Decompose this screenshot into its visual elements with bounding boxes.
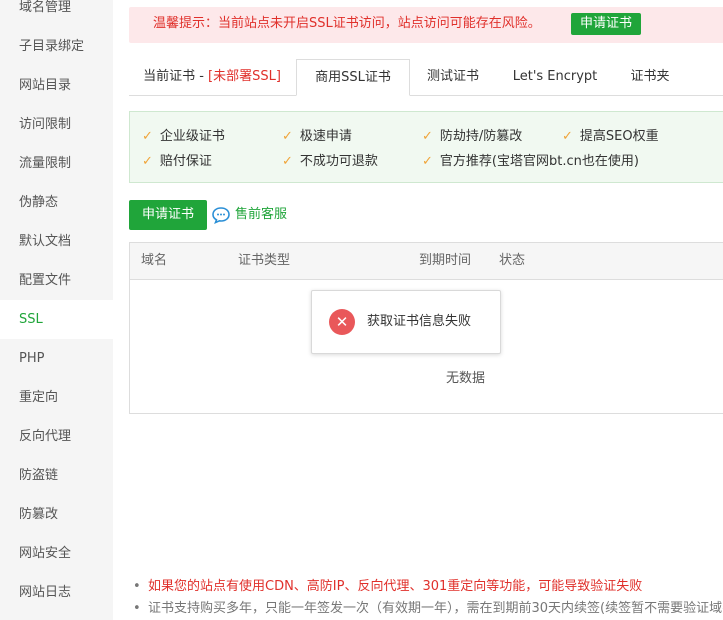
check-icon: ✓ [282,154,293,169]
sidebar-item-redirect[interactable]: 重定向 [0,378,113,417]
sidebar-item-access-limit[interactable]: 访问限制 [0,105,113,144]
tab-cert-folder[interactable]: 证书夹 [614,59,686,95]
col-cert-type: 证书类型 [238,253,291,268]
tab-test-cert[interactable]: 测试证书 [410,59,496,95]
feature-item: ✓ 提高SEO权重 [562,129,659,144]
note-item: 证书支持购买多年，只能一年签发一次（有效期一年），需在到期前30天内续签(续签暂… [133,598,723,620]
sidebar: 域名管理 子目录绑定 网站目录 访问限制 流量限制 伪静态 默认文档 配置文件 … [0,0,113,620]
sidebar-item-traffic-limit[interactable]: 流量限制 [0,144,113,183]
feature-item: ✓ 企业级证书 [142,129,225,144]
table-header: 域名 证书类型 到期时间 状态 [130,243,723,280]
warning-text: 温馨提示：当前站点未开启SSL证书访问，站点访问可能存在风险。 [153,16,541,31]
apply-cert-button[interactable]: 申请证书 [129,200,207,230]
check-icon: ✓ [142,129,153,144]
feature-item: ✓ 极速申请 [282,129,352,144]
note-item: 如果您的站点有使用CDN、高防IP、反向代理、301重定向等功能，可能导致验证失… [133,576,723,598]
check-icon: ✓ [282,129,293,144]
sidebar-item-config-file[interactable]: 配置文件 [0,261,113,300]
check-icon: ✓ [422,129,433,144]
sidebar-item-default-doc[interactable]: 默认文档 [0,222,113,261]
tab-lets-encrypt[interactable]: Let's Encrypt [496,59,614,95]
feature-item: ✓ 官方推荐(宝塔官网bt.cn也在使用) [422,154,639,169]
sidebar-item-hotlink[interactable]: 防盗链 [0,456,113,495]
sidebar-item-site-dir[interactable]: 网站目录 [0,66,113,105]
sidebar-item-ssl[interactable]: SSL [0,300,113,339]
tab-current-cert-label: 当前证书 - [143,69,209,84]
feature-item: ✓ 赔付保证 [142,154,212,169]
chat-bubble-icon [212,206,230,224]
feature-item: ✓ 防劫持/防篡改 [422,129,523,144]
empty-state: 无数据 [446,371,486,386]
cert-features-panel: ✓ 企业级证书 ✓ 极速申请 ✓ 防劫持/防篡改 ✓ 提高SEO权重 ✓ 赔付保证 ✓ 不成… [129,111,723,183]
check-icon: ✓ [142,154,153,169]
presale-service-link[interactable]: 售前客服 [211,205,287,225]
error-toast: ✕ 获取证书信息失败 [311,290,501,354]
service-label: 售前客服 [235,207,288,222]
sidebar-item-reverse-proxy[interactable]: 反向代理 [0,417,113,456]
check-icon: ✓ [422,154,433,169]
col-domain: 域名 [141,253,168,268]
feature-item: ✓ 不成功可退款 [282,154,378,169]
tab-commercial-ssl[interactable]: 商用SSL证书 [296,59,410,96]
notes-list: 如果您的站点有使用CDN、高防IP、反向代理、301重定向等功能，可能导致验证失… [133,576,723,620]
sidebar-item-domain[interactable]: 域名管理 [0,0,113,27]
error-message: 获取证书信息失败 [367,314,472,329]
sidebar-item-rewrite[interactable]: 伪静态 [0,183,113,222]
banner-apply-cert-button[interactable]: 申请证书 [571,13,642,35]
tab-current-cert[interactable]: 当前证书 - [未部署SSL] [129,59,295,95]
cert-tabs: 当前证书 - [未部署SSL] 商用SSL证书 测试证书 Let's Encry… [129,59,723,96]
col-expiry: 到期时间 [419,253,472,268]
col-status: 状态 [499,253,526,268]
sidebar-item-tamper[interactable]: 防篡改 [0,495,113,534]
sidebar-item-site-security[interactable]: 网站安全 [0,534,113,573]
sidebar-item-php[interactable]: PHP [0,339,113,378]
sidebar-item-subdir[interactable]: 子目录绑定 [0,27,113,66]
sidebar-item-site-log[interactable]: 网站日志 [0,573,113,612]
ssl-status-label: [未部署SSL] [208,69,281,84]
check-icon: ✓ [562,129,573,144]
ssl-warning-banner: 温馨提示：当前站点未开启SSL证书访问，站点访问可能存在风险。 申请证书 [129,7,723,43]
error-icon: ✕ [329,309,355,335]
